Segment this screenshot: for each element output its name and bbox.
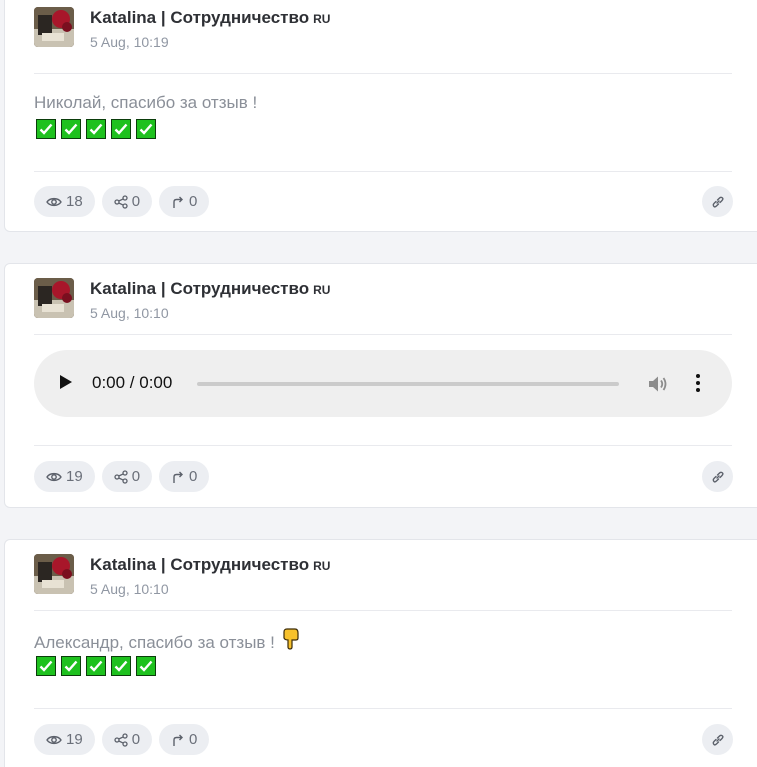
avatar[interactable] bbox=[34, 7, 74, 47]
forward-arrow-icon bbox=[173, 471, 184, 483]
flag-label: RU bbox=[313, 559, 331, 573]
post-author[interactable]: Katalina | Сотрудничество RU bbox=[90, 8, 330, 28]
forwards-count: 0 bbox=[189, 193, 198, 210]
post-stats: 18 0 0 bbox=[34, 186, 210, 217]
forwards-counter[interactable]: 0 bbox=[159, 186, 210, 217]
views-count: 18 bbox=[66, 193, 83, 210]
views-count: 19 bbox=[66, 731, 83, 748]
link-icon bbox=[712, 471, 724, 483]
green-check-box-icon bbox=[86, 119, 106, 139]
share-icon bbox=[114, 732, 128, 747]
post-card: Katalina | Сотрудничество RU 5 Aug, 10:10… bbox=[4, 539, 757, 767]
audio-time: 0:00 / 0:00 bbox=[92, 373, 173, 392]
post-author[interactable]: Katalina | Сотрудничество RU bbox=[90, 555, 330, 575]
audio-options-icon[interactable] bbox=[695, 374, 701, 394]
eye-icon bbox=[46, 197, 62, 206]
volume-icon[interactable] bbox=[647, 374, 669, 394]
green-check-box-icon bbox=[86, 656, 106, 676]
green-check-box-icon bbox=[36, 656, 56, 676]
copy-link-button[interactable] bbox=[702, 724, 733, 755]
copy-link-button[interactable] bbox=[702, 186, 733, 217]
share-icon bbox=[114, 469, 128, 484]
post-header: Katalina | Сотрудничество RU 5 Aug, 10:19 bbox=[34, 7, 734, 51]
green-check-box-icon bbox=[111, 119, 131, 139]
post-card: Katalina | Сотрудничество RU 5 Aug, 10:19… bbox=[4, 0, 757, 232]
audio-player: 0:00 / 0:00 bbox=[34, 350, 732, 417]
forward-arrow-icon bbox=[173, 196, 184, 208]
divider bbox=[34, 445, 732, 446]
forward-arrow-icon bbox=[173, 734, 184, 746]
link-icon bbox=[712, 734, 724, 746]
divider bbox=[34, 610, 732, 611]
checkmark-row bbox=[36, 119, 156, 139]
shares-counter[interactable]: 0 bbox=[101, 461, 153, 492]
play-icon[interactable] bbox=[60, 375, 72, 389]
post-date: 5 Aug, 10:19 bbox=[90, 34, 169, 50]
divider bbox=[34, 171, 732, 172]
copy-link-button[interactable] bbox=[702, 461, 733, 492]
shares-counter[interactable]: 0 bbox=[101, 186, 153, 217]
shares-count: 0 bbox=[131, 468, 141, 485]
eye-icon bbox=[46, 735, 62, 744]
flag-label: RU bbox=[313, 12, 331, 26]
views-counter[interactable]: 19 bbox=[34, 724, 95, 755]
shares-counter[interactable]: 0 bbox=[101, 724, 153, 755]
forwards-count: 0 bbox=[189, 731, 198, 748]
shares-count: 0 bbox=[131, 731, 141, 748]
post-stats: 19 0 0 bbox=[34, 461, 210, 492]
link-icon bbox=[712, 196, 724, 208]
views-counter[interactable]: 19 bbox=[34, 461, 95, 492]
forwards-counter[interactable]: 0 bbox=[159, 461, 210, 492]
green-check-box-icon bbox=[61, 119, 81, 139]
post-header: Katalina | Сотрудничество RU 5 Aug, 10:10 bbox=[34, 554, 734, 598]
divider bbox=[34, 708, 732, 709]
shares-count: 0 bbox=[131, 193, 141, 210]
divider bbox=[34, 73, 732, 74]
views-count: 19 bbox=[66, 468, 83, 485]
forwards-counter[interactable]: 0 bbox=[159, 724, 210, 755]
checkmark-row bbox=[36, 656, 156, 676]
post-stats: 19 0 0 bbox=[34, 724, 210, 755]
share-icon bbox=[114, 194, 128, 209]
avatar[interactable] bbox=[34, 278, 74, 318]
post-card: Katalina | Сотрудничество RU 5 Aug, 10:10… bbox=[4, 263, 757, 508]
pointing-down-hand-icon bbox=[283, 628, 299, 650]
green-check-box-icon bbox=[111, 656, 131, 676]
views-counter[interactable]: 18 bbox=[34, 186, 95, 217]
green-check-box-icon bbox=[136, 656, 156, 676]
divider bbox=[34, 334, 732, 335]
post-author[interactable]: Katalina | Сотрудничество RU bbox=[90, 279, 330, 299]
post-text: Александр, спасибо за отзыв ! bbox=[34, 628, 300, 653]
post-date: 5 Aug, 10:10 bbox=[90, 581, 169, 597]
audio-seek-bar[interactable] bbox=[197, 382, 619, 386]
post-text: Николай, спасибо за отзыв ! bbox=[34, 93, 258, 112]
green-check-box-icon bbox=[61, 656, 81, 676]
avatar[interactable] bbox=[34, 554, 74, 594]
forwards-count: 0 bbox=[189, 468, 198, 485]
eye-icon bbox=[46, 472, 62, 481]
post-date: 5 Aug, 10:10 bbox=[90, 305, 169, 321]
post-header: Katalina | Сотрудничество RU 5 Aug, 10:10 bbox=[34, 278, 734, 322]
flag-label: RU bbox=[313, 283, 331, 297]
green-check-box-icon bbox=[36, 119, 56, 139]
green-check-box-icon bbox=[136, 119, 156, 139]
